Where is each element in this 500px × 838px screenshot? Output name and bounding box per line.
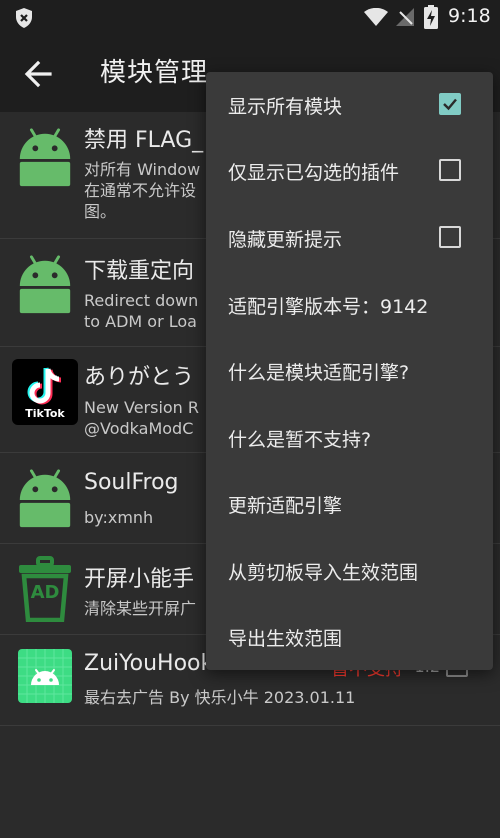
menu-item-label: 适配引擎版本号：9142 bbox=[228, 296, 429, 318]
menu-item-show-checked-only[interactable]: 仅显示已勾选的插件 bbox=[206, 138, 493, 204]
status-bar: 9:18 bbox=[0, 0, 500, 34]
show-all-checkbox[interactable] bbox=[439, 93, 461, 115]
status-time: 9:18 bbox=[448, 5, 491, 27]
show-checked-checkbox[interactable] bbox=[439, 159, 461, 181]
wifi-icon bbox=[364, 8, 388, 26]
signal-off-icon bbox=[396, 8, 414, 26]
menu-item-label: 仅显示已勾选的插件 bbox=[228, 162, 400, 184]
menu-item-import-scope[interactable]: 从剪切板导入生效范围 bbox=[206, 538, 493, 604]
checkmark-icon bbox=[443, 98, 457, 111]
menu-item-update-engine[interactable]: 更新适配引擎 bbox=[206, 471, 493, 537]
menu-item-label: 从剪切板导入生效范围 bbox=[228, 562, 419, 584]
menu-item-show-all-modules[interactable]: 显示所有模块 bbox=[206, 72, 493, 138]
menu-item-label: 隐藏更新提示 bbox=[228, 229, 343, 251]
overflow-menu: 显示所有模块 仅显示已勾选的插件 隐藏更新提示 适配引擎版本号：9142 什么是… bbox=[206, 72, 493, 670]
hide-update-checkbox[interactable] bbox=[439, 226, 461, 248]
menu-scrim[interactable]: 显示所有模块 仅显示已勾选的插件 隐藏更新提示 适配引擎版本号：9142 什么是… bbox=[0, 34, 500, 838]
shield-icon bbox=[16, 8, 32, 28]
menu-item-what-is-engine[interactable]: 什么是模块适配引擎? bbox=[206, 338, 493, 404]
menu-item-what-is-unsupported[interactable]: 什么是暂不支持? bbox=[206, 405, 493, 471]
menu-item-label: 导出生效范围 bbox=[228, 628, 343, 650]
menu-item-label: 显示所有模块 bbox=[228, 96, 343, 118]
battery-charging-icon bbox=[424, 5, 438, 29]
menu-item-label: 什么是暂不支持? bbox=[228, 429, 372, 451]
menu-item-hide-update-tips[interactable]: 隐藏更新提示 bbox=[206, 205, 493, 271]
menu-item-export-scope[interactable]: 导出生效范围 bbox=[206, 604, 493, 670]
menu-item-label: 更新适配引擎 bbox=[228, 495, 343, 517]
menu-item-label: 什么是模块适配引擎? bbox=[228, 362, 410, 384]
menu-item-engine-version[interactable]: 适配引擎版本号：9142 bbox=[206, 272, 493, 338]
